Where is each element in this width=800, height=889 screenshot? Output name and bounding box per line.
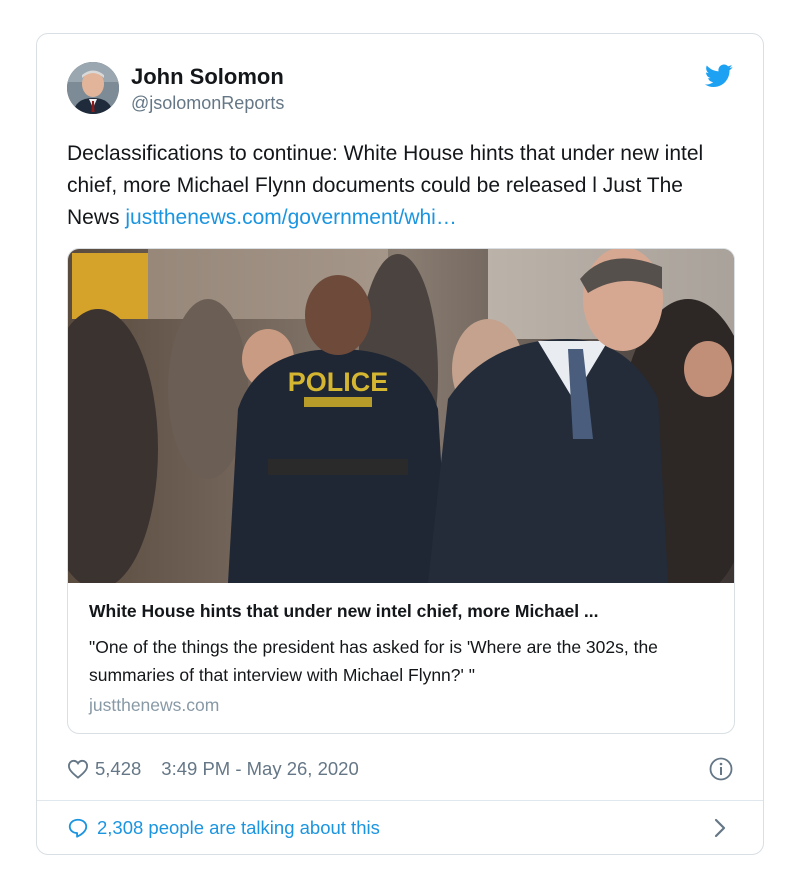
speech-bubble-icon: [68, 818, 88, 838]
avatar[interactable]: [67, 62, 119, 114]
tweet-timestamp[interactable]: 3:49 PM - May 26, 2020: [161, 758, 358, 780]
conversation-link[interactable]: 2,308 people are talking about this: [67, 814, 380, 842]
link-preview-image[interactable]: POLICE: [68, 249, 735, 583]
author-handle[interactable]: @jsolomonReports: [131, 93, 284, 114]
info-icon[interactable]: [709, 757, 733, 781]
tweet-meta: 5,428 3:49 PM - May 26, 2020: [67, 756, 359, 782]
twitter-bird-icon[interactable]: [705, 64, 733, 88]
link-card-description: "One of the things the president has ask…: [89, 637, 658, 685]
tweet-link[interactable]: justthenews.com/government/whi…: [125, 206, 456, 229]
author-name[interactable]: John Solomon: [131, 64, 284, 90]
tweet-text: Declassifications to continue: White Hou…: [67, 138, 739, 234]
link-card-title[interactable]: White House hints that under new intel c…: [89, 601, 719, 622]
tweet-card[interactable]: John Solomon @jsolomonReports Declassifi…: [36, 33, 764, 855]
link-card-domain: justthenews.com: [89, 695, 220, 715]
link-preview-card[interactable]: POLICE White House hints that under new …: [67, 248, 735, 734]
like-count[interactable]: 5,428: [95, 758, 141, 780]
police-badge-text: POLICE: [288, 367, 389, 397]
chevron-right-icon[interactable]: [713, 817, 727, 839]
conversation-text[interactable]: 2,308 people are talking about this: [97, 817, 380, 839]
divider: [37, 800, 763, 801]
heart-icon[interactable]: [67, 759, 89, 779]
